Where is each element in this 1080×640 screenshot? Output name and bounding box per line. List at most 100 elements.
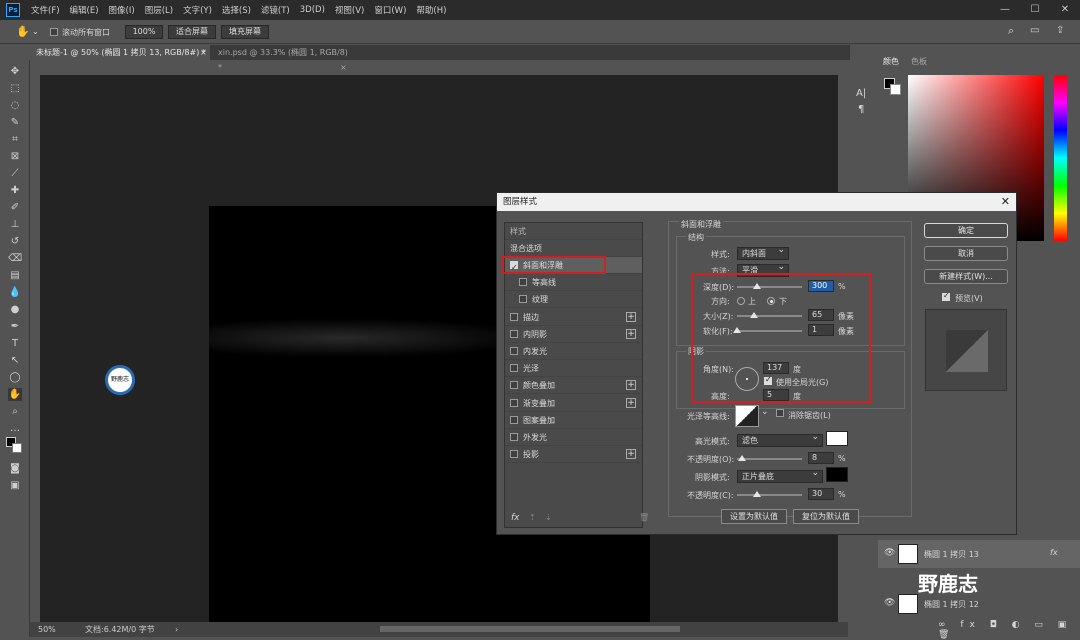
shadow-color-swatch[interactable]: [826, 467, 848, 482]
ellipse-tool-icon[interactable]: ◯: [8, 371, 22, 384]
pen-tool-icon[interactable]: ✒: [8, 320, 22, 333]
doc-size[interactable]: 文档:6.42M/0 字节: [85, 622, 155, 637]
style-item-checkbox[interactable]: [510, 415, 518, 424]
highlight-mode-select[interactable]: 滤色: [737, 432, 823, 447]
path-select-icon[interactable]: ↖: [8, 354, 22, 367]
add-style-icon[interactable]: +: [626, 397, 636, 408]
minimize-icon[interactable]: —: [990, 0, 1020, 20]
blend-options-item[interactable]: 混合选项: [505, 240, 642, 257]
style-item-checkbox[interactable]: [510, 381, 518, 390]
style-select[interactable]: 内斜面: [737, 245, 789, 260]
style-item-checkbox[interactable]: [510, 347, 518, 355]
move-up-icon[interactable]: ⇡: [529, 513, 536, 522]
menu-window[interactable]: 窗口(W): [369, 4, 411, 16]
new-style-button[interactable]: 新建样式(W)...: [924, 269, 1008, 284]
menu-filter[interactable]: 滤镜(T): [256, 4, 295, 16]
style-item[interactable]: 描边 +: [505, 309, 642, 326]
style-item[interactable]: 渐变叠加 +: [505, 395, 642, 412]
screen-mode-icon[interactable]: ▣: [8, 479, 22, 492]
style-item-checkbox[interactable]: [510, 433, 518, 441]
eye-icon[interactable]: 👁: [884, 548, 895, 558]
dodge-tool-icon[interactable]: ●: [8, 303, 22, 316]
chevron-right-icon[interactable]: ›: [175, 622, 178, 637]
fx-menu-icon[interactable]: fx: [511, 513, 520, 523]
hand-tool-icon[interactable]: ✋: [16, 25, 30, 38]
highlight-opacity-thumb[interactable]: [738, 455, 747, 461]
gradient-tool-icon[interactable]: ▤: [8, 269, 22, 282]
background-color[interactable]: [12, 443, 22, 453]
search-icon[interactable]: ⌕: [1008, 24, 1014, 38]
share-icon[interactable]: ⇪: [1056, 25, 1064, 36]
stamp-tool-icon[interactable]: ⊥: [8, 218, 22, 231]
trash-icon[interactable]: 🗑: [639, 513, 649, 522]
history-brush-icon[interactable]: ↺: [8, 235, 22, 248]
more-tools-icon[interactable]: …: [8, 422, 22, 435]
highlight-opacity-slider[interactable]: [737, 458, 802, 460]
menu-help[interactable]: 帮助(H): [411, 4, 451, 16]
hand-tool-icon[interactable]: ✋: [8, 388, 22, 401]
gloss-contour-picker[interactable]: [735, 405, 759, 427]
layer-name[interactable]: 椭圆 1 拷贝 13: [924, 549, 979, 560]
style-item-checkbox[interactable]: [510, 312, 518, 321]
bg-swatch[interactable]: [890, 84, 901, 95]
menu-layer[interactable]: 图层(L): [140, 4, 178, 16]
style-item[interactable]: 等高线: [505, 274, 642, 292]
chevron-down-icon[interactable]: ⌄: [32, 27, 39, 36]
style-item[interactable]: 图案叠加: [505, 412, 642, 429]
tab-color[interactable]: 颜色: [883, 56, 899, 67]
style-item-checkbox[interactable]: [510, 450, 518, 459]
style-item[interactable]: 投影 +: [505, 446, 642, 464]
style-item[interactable]: 内阴影 +: [505, 326, 642, 343]
tab-untitled[interactable]: 未标题-1 @ 50% (椭圆 1 拷贝 13, RGB/8#) * ×: [30, 45, 210, 60]
menu-image[interactable]: 图像(I): [104, 4, 140, 16]
zoom-level[interactable]: 50%: [38, 622, 56, 637]
shadow-opacity-thumb[interactable]: [752, 491, 761, 497]
style-item-checkbox[interactable]: [510, 398, 518, 407]
layer-row[interactable]: 👁 椭圆 1 拷贝 13 fx: [878, 540, 1080, 568]
style-item-checkbox[interactable]: [519, 295, 527, 304]
style-item[interactable]: 外发光: [505, 429, 642, 446]
move-tool-icon[interactable]: ✥: [8, 65, 22, 78]
highlight-color-swatch[interactable]: [826, 431, 848, 446]
layer-name[interactable]: 椭圆 1 拷贝 12: [924, 599, 979, 610]
scroll-all-checkbox[interactable]: [50, 28, 58, 36]
antialias-checkbox[interactable]: [776, 409, 784, 417]
layer-row[interactable]: 👁 椭圆 1 拷贝 12: [878, 590, 1080, 618]
history-panel-icon[interactable]: A|: [856, 88, 866, 99]
styles-header[interactable]: 样式: [505, 223, 642, 240]
lasso-tool-icon[interactable]: ◌: [8, 99, 22, 112]
style-item[interactable]: 颜色叠加 +: [505, 377, 642, 395]
layer-actions[interactable]: ∞ fx ◘ ◐ ▭ ▣ 🗑: [938, 620, 1080, 640]
add-style-icon[interactable]: +: [626, 311, 636, 322]
type-tool-icon[interactable]: T: [8, 337, 22, 350]
highlight-opacity-input[interactable]: 8: [808, 452, 834, 464]
menu-edit[interactable]: 编辑(E): [65, 4, 104, 16]
ok-button[interactable]: 确定: [924, 223, 1008, 238]
shadow-opacity-input[interactable]: 30: [808, 488, 834, 500]
maximize-icon[interactable]: ☐: [1020, 0, 1050, 20]
menu-type[interactable]: 文字(Y): [178, 4, 217, 16]
quick-select-tool-icon[interactable]: ✎: [8, 116, 22, 129]
blur-tool-icon[interactable]: 💧: [8, 286, 22, 299]
eyedropper-tool-icon[interactable]: ⟋: [8, 167, 22, 180]
add-style-icon[interactable]: +: [626, 328, 636, 339]
style-item[interactable]: 内发光: [505, 343, 642, 360]
style-item-checkbox[interactable]: [510, 329, 518, 338]
fill-screen-button[interactable]: 填充屏幕: [221, 25, 269, 39]
hue-slider[interactable]: [1054, 75, 1067, 241]
zoom-tool-icon[interactable]: ⌕: [8, 405, 22, 418]
add-style-icon[interactable]: +: [626, 380, 636, 391]
style-item-checkbox[interactable]: [510, 364, 518, 373]
tab-swatches[interactable]: 色板: [911, 56, 927, 67]
frame-tool-icon[interactable]: ⊠: [8, 150, 22, 163]
menu-view[interactable]: 视图(V): [330, 4, 369, 16]
fit-screen-button[interactable]: 适合屏幕: [168, 25, 216, 39]
style-item-checkbox[interactable]: [519, 278, 527, 287]
close-icon[interactable]: ✕: [1001, 193, 1010, 211]
make-default-button[interactable]: 设置为默认值: [721, 509, 787, 524]
brush-tool-icon[interactable]: ✐: [8, 201, 22, 214]
fx-icon[interactable]: fx: [1050, 548, 1058, 557]
style-item[interactable]: 光泽: [505, 360, 642, 378]
healing-tool-icon[interactable]: ✚: [8, 184, 22, 197]
cancel-button[interactable]: 取消: [924, 246, 1008, 261]
